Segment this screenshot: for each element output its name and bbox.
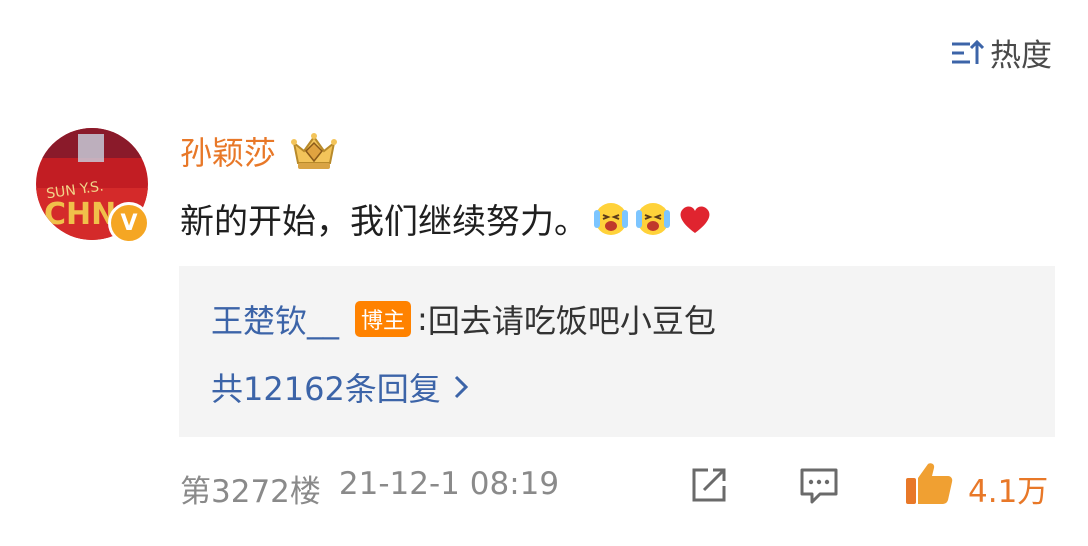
reply-line: 王楚钦__ 博主 : 回去请吃饭吧小豆包 bbox=[211, 296, 716, 342]
view-all-replies-link[interactable]: 共12162条回复 bbox=[211, 364, 469, 410]
crown-membership-icon bbox=[291, 133, 338, 169]
like-count: 4.1万 bbox=[968, 474, 1049, 510]
crying-laughing-emoji-icon bbox=[636, 202, 670, 235]
sort-by-hot-button[interactable]: 热度 bbox=[950, 30, 1052, 75]
comment-text: 新的开始，我们继续努力。 bbox=[180, 202, 588, 242]
reply-username[interactable]: 王楚钦__ bbox=[211, 296, 339, 342]
blogger-tag-badge: 博主 bbox=[355, 301, 412, 337]
svg-text:CHN: CHN bbox=[44, 197, 116, 232]
like-thumbs-up-icon[interactable] bbox=[904, 460, 954, 506]
reply-count-label: 共12162条回复 bbox=[211, 370, 441, 408]
reply-preview-box[interactable]: 王楚钦__ 博主 : 回去请吃饭吧小豆包 共12162条回复 bbox=[179, 266, 1055, 437]
red-heart-icon bbox=[680, 206, 710, 233]
reply-text: 回去请吃饭吧小豆包 bbox=[427, 302, 716, 340]
timestamp: 21-12-1 08:19 bbox=[338, 466, 560, 502]
reply-separator: : bbox=[417, 300, 428, 338]
sort-label: 热度 bbox=[990, 38, 1052, 74]
sort-icon bbox=[952, 39, 984, 64]
comment-username[interactable]: 孙颖莎 bbox=[180, 128, 276, 174]
chevron-right-icon bbox=[454, 375, 468, 399]
floor-number: 第3272楼 bbox=[180, 474, 321, 510]
verified-badge-icon: V bbox=[108, 202, 150, 244]
comment-icon[interactable] bbox=[798, 464, 840, 506]
share-icon[interactable] bbox=[688, 464, 730, 506]
crying-laughing-emoji-icon bbox=[594, 202, 628, 235]
